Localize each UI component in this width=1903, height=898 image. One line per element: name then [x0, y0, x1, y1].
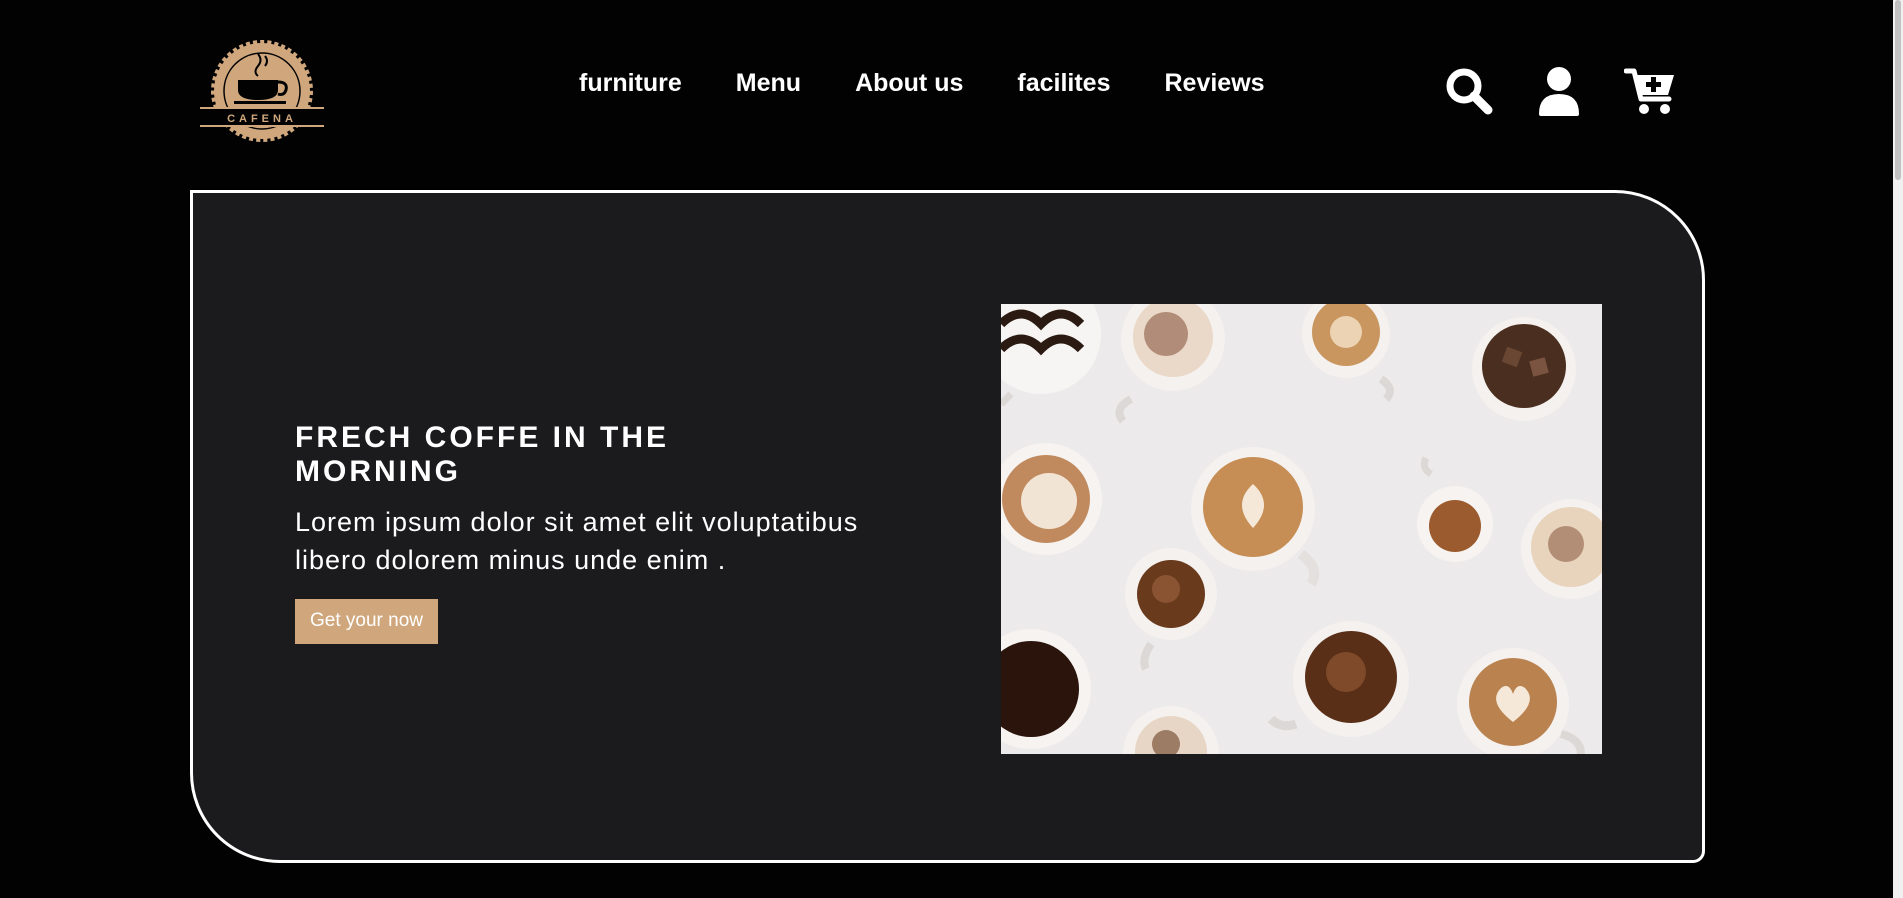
hero-description: Lorem ipsum dolor sit amet elit voluptat…: [295, 507, 859, 575]
hero-section: FRECH COFFE IN THE MORNING Lorem ipsum d…: [190, 190, 1705, 863]
nav-item-reviews[interactable]: Reviews: [1165, 69, 1265, 98]
main-nav: furniture Menu About us facilites Review…: [579, 69, 1265, 98]
page-scrollbar[interactable]: [1893, 0, 1903, 898]
logo-text: CAFENA: [227, 113, 297, 125]
cart-plus-icon[interactable]: [1624, 66, 1676, 116]
user-icon[interactable]: [1538, 66, 1580, 116]
header-icons: [1444, 66, 1676, 116]
get-your-now-button[interactable]: Get your now: [295, 599, 438, 644]
nav-item-menu[interactable]: Menu: [736, 69, 801, 98]
cafena-logo[interactable]: CAFENA: [200, 40, 324, 142]
coffee-cups-image: [1001, 304, 1602, 754]
hero-title: FRECH COFFE IN THE MORNING: [295, 421, 669, 488]
nav-item-furniture[interactable]: furniture: [579, 69, 682, 98]
scrollbar-thumb[interactable]: [1895, 0, 1901, 180]
search-icon[interactable]: [1444, 66, 1494, 116]
nav-item-about-us[interactable]: About us: [855, 69, 963, 98]
nav-item-facilites[interactable]: facilites: [1017, 69, 1110, 98]
site-header: CAFENA furniture Menu About us facilites…: [0, 0, 1893, 180]
hero-text: FRECH COFFE IN THE MORNING Lorem ipsum d…: [295, 421, 935, 644]
